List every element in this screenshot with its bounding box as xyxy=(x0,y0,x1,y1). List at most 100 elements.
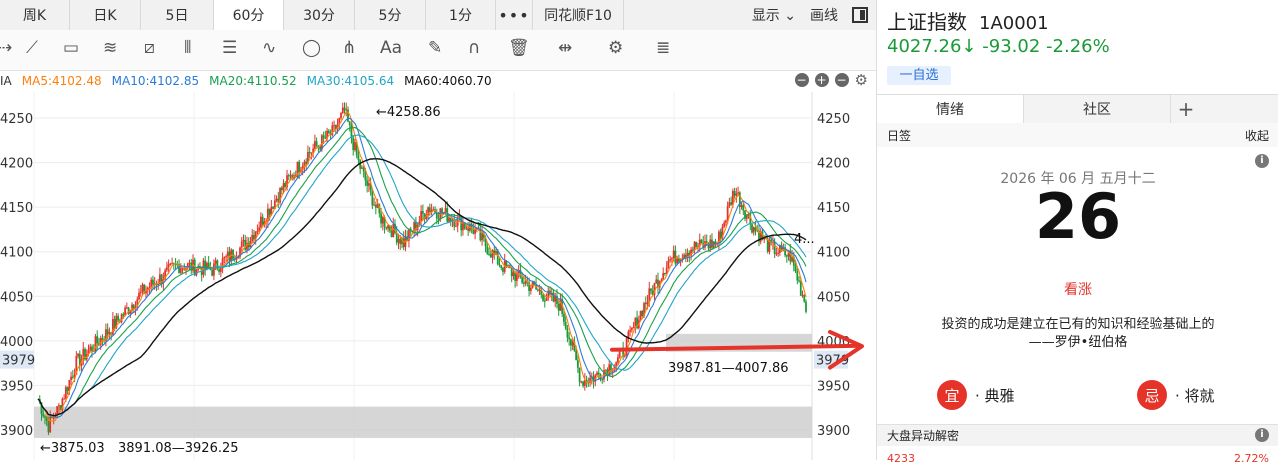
candle-body xyxy=(617,357,619,363)
gear-icon[interactable]: ⚙ xyxy=(608,38,623,58)
candle-body xyxy=(676,258,679,264)
plus-icon[interactable]: + xyxy=(814,73,829,87)
tab-1min[interactable]: 1分 xyxy=(426,0,496,30)
fib-tool-icon[interactable]: ☰ xyxy=(222,38,237,58)
candle-body xyxy=(374,204,377,208)
candle-body xyxy=(268,208,271,215)
tab-community[interactable]: 社区 xyxy=(1024,95,1171,123)
market-anomaly-header: 大盘异动解密 xyxy=(877,424,1278,446)
tab-sentiment[interactable]: 情绪 xyxy=(877,95,1024,123)
minus-circle-icon[interactable]: − xyxy=(834,73,849,87)
panel-toggle-icon[interactable] xyxy=(852,7,868,23)
candle-body xyxy=(132,304,135,309)
arrow-icon[interactable]: ⇢ xyxy=(0,38,12,58)
tab-60min[interactable]: 60分 xyxy=(214,0,284,30)
candle-body xyxy=(543,300,546,302)
candle-body xyxy=(486,246,489,254)
line-tool-icon[interactable]: ⟋ xyxy=(26,38,38,58)
text-tool-icon[interactable]: Aa xyxy=(380,38,402,58)
candle-body xyxy=(737,192,739,194)
candle-body xyxy=(211,269,214,276)
measure-icon[interactable]: ⇹ xyxy=(558,38,572,58)
candle-body xyxy=(545,298,548,301)
zone-low-annotation: 3891.08—3926.25 xyxy=(118,441,239,456)
draw-line-button[interactable]: 画线 xyxy=(810,5,838,25)
wave-tool-icon[interactable]: ∿ xyxy=(262,38,276,58)
candle-body xyxy=(340,113,342,118)
candle-body xyxy=(272,206,275,209)
minus-icon[interactable]: − xyxy=(794,73,809,87)
f10-link[interactable]: 同花顺F10 xyxy=(533,0,624,30)
candle-body xyxy=(719,231,722,239)
ma30-label: MA30:4105.64 xyxy=(306,74,395,88)
candle-body xyxy=(113,319,116,329)
high-annotation: ←4258.86 xyxy=(376,105,441,120)
y-tick-left: 4100 xyxy=(0,246,33,261)
ma-prefix: IA xyxy=(0,74,12,88)
candle-body xyxy=(667,260,670,268)
tab-week[interactable]: 周K xyxy=(0,0,70,30)
anomaly-pct: 2.72% xyxy=(1234,452,1269,465)
candle-body xyxy=(724,220,727,223)
candle-body xyxy=(366,180,369,186)
candle-body xyxy=(500,265,503,268)
magnet-icon[interactable]: ∩ xyxy=(468,38,480,58)
chart-panel: 周K 日K 5日 60分 30分 5分 1分 ••• 同花顺F10 显示 ⌄ 画… xyxy=(0,0,876,460)
tab-5day[interactable]: 5日 xyxy=(141,0,214,30)
candle-body xyxy=(707,245,710,249)
bars-tool-icon[interactable]: ⦀ xyxy=(184,38,191,58)
info-icon[interactable]: i xyxy=(1255,154,1269,168)
candle-body xyxy=(260,216,262,228)
settings-icon[interactable]: ⚙ xyxy=(855,73,868,88)
channel-tool-icon[interactable]: ⧄ xyxy=(144,38,155,58)
collapse-button[interactable]: 收起 xyxy=(1245,127,1269,144)
add-watchlist-button[interactable]: 一自选 xyxy=(887,66,951,85)
candle-body xyxy=(542,294,544,301)
y-tick-left: 4250 xyxy=(0,112,33,127)
candle-body xyxy=(735,193,738,196)
candle-body xyxy=(488,253,490,255)
candle-body xyxy=(350,124,353,138)
info-icon-2[interactable]: i xyxy=(1255,428,1269,442)
candle-body xyxy=(385,227,388,229)
tab-5min[interactable]: 5分 xyxy=(355,0,426,30)
candle-body xyxy=(623,355,626,357)
display-menu[interactable]: 显示 ⌄ xyxy=(752,5,796,25)
tab-day[interactable]: 日K xyxy=(70,0,141,30)
candle-body xyxy=(214,260,217,264)
candle-body xyxy=(512,272,515,277)
fan-tool-icon[interactable]: ≋ xyxy=(103,38,117,58)
pen-icon[interactable]: ✎ xyxy=(428,38,442,58)
candle-body xyxy=(165,267,168,271)
layers-icon[interactable]: ≣ xyxy=(656,38,670,58)
circle-tool-icon[interactable]: ◯ xyxy=(302,38,321,58)
candle-body xyxy=(474,229,477,234)
candle-body xyxy=(354,142,356,150)
tab-30min[interactable]: 30分 xyxy=(284,0,355,30)
suitable-item: 宜 · 典雅 xyxy=(937,380,1015,410)
add-tab-button[interactable]: + xyxy=(1171,95,1201,123)
candle-body xyxy=(524,281,527,284)
calendar-day: 26 xyxy=(1034,180,1122,253)
anomaly-preview: 4233 2.72% xyxy=(877,452,1278,465)
candlestick-chart[interactable]: 4250 4250 4200 4200 4150 4150 4100 4100 4050 4050… xyxy=(0,92,876,460)
candle-body xyxy=(740,205,743,207)
trash-icon[interactable]: 🗑 xyxy=(508,38,530,58)
candle-body xyxy=(777,252,780,254)
candle-body xyxy=(576,360,579,368)
candle-body xyxy=(44,416,46,418)
candle-body xyxy=(775,253,778,255)
more-tabs-button[interactable]: ••• xyxy=(496,0,533,30)
candle-body xyxy=(298,161,301,173)
candle-body xyxy=(96,336,99,344)
candle-body xyxy=(91,346,93,352)
candle-body xyxy=(655,279,658,284)
pitchfork-tool-icon[interactable]: ⋔ xyxy=(342,38,356,58)
candle-body xyxy=(568,337,571,340)
candle-body xyxy=(569,339,572,346)
candle-body xyxy=(803,295,806,302)
rect-tool-icon[interactable]: ▭ xyxy=(63,38,79,58)
candle-body xyxy=(559,298,562,311)
chart-bg xyxy=(0,92,876,460)
candle-body xyxy=(798,280,800,282)
